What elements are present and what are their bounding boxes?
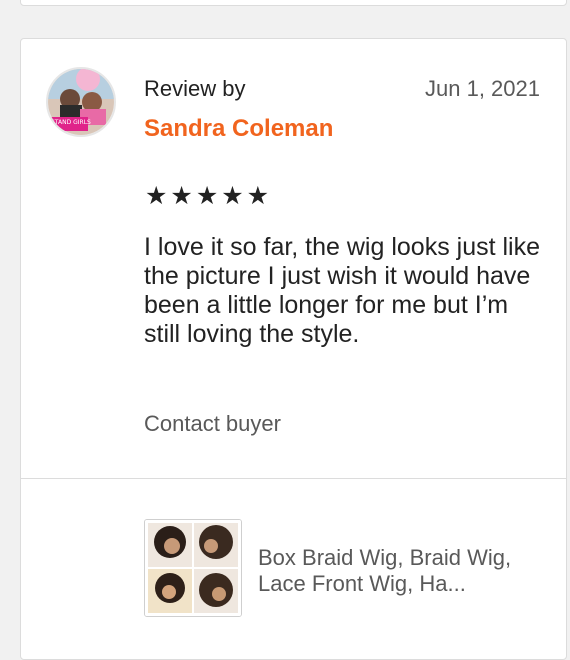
review-card: STAND GIRLS Review by Jun 1, 2021 Sandra… bbox=[20, 38, 567, 660]
review-date: Jun 1, 2021 bbox=[425, 76, 540, 101]
contact-buyer-link[interactable]: Contact buyer bbox=[144, 411, 281, 437]
review-heading: Review by bbox=[144, 76, 246, 101]
avatar-image: STAND GIRLS bbox=[48, 69, 114, 135]
previous-review-card bbox=[20, 0, 567, 6]
star-rating: ★★★★★ bbox=[145, 182, 273, 210]
product-title-link[interactable]: Box Braid Wig, Braid Wig, Lace Front Wig… bbox=[258, 545, 543, 597]
product-thumbnail[interactable] bbox=[144, 519, 242, 617]
review-text: I love it so far, the wig looks just lik… bbox=[144, 233, 541, 348]
divider bbox=[21, 478, 566, 479]
avatar[interactable]: STAND GIRLS bbox=[46, 67, 116, 137]
avatar-logo-text: STAND GIRLS bbox=[51, 119, 91, 126]
reviewer-name-link[interactable]: Sandra Coleman bbox=[144, 115, 333, 143]
product-image bbox=[145, 520, 241, 616]
